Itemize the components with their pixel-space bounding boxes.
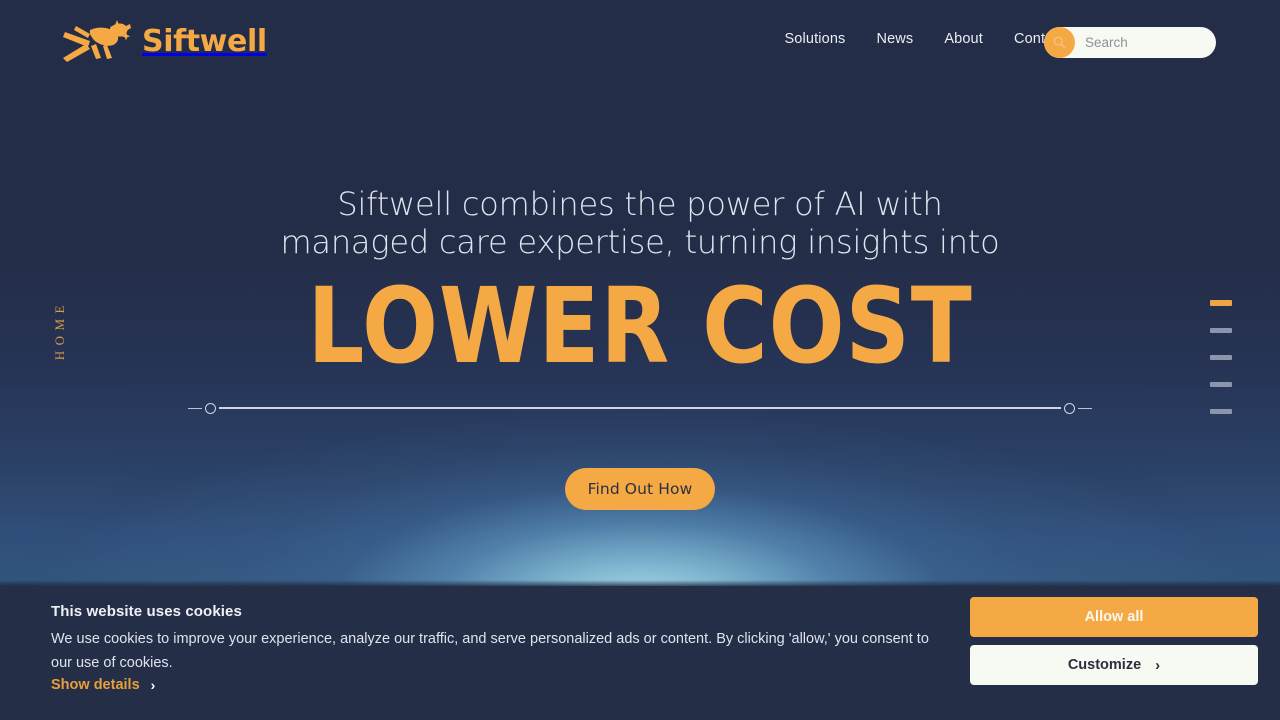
nav-item-about[interactable]: About — [944, 31, 983, 47]
slide-indicator-4[interactable] — [1210, 382, 1232, 387]
allow-all-button[interactable]: Allow all — [970, 597, 1258, 637]
cookie-banner-actions: Allow all Customize › — [970, 586, 1280, 720]
brand-logo-link[interactable]: Siftwell — [60, 18, 267, 64]
show-details-link[interactable]: Show details › — [51, 677, 155, 693]
slider-knob-right[interactable] — [1064, 402, 1075, 414]
page-root: Siftwell Solutions News About Contact HO… — [0, 0, 1280, 720]
search-box[interactable] — [1044, 27, 1216, 58]
pegasus-logo-icon — [63, 20, 131, 62]
hero-slider-track[interactable] — [188, 400, 1092, 416]
brand-name: Siftwell — [142, 23, 267, 59]
hero-content: Siftwell combines the power of AI with m… — [0, 0, 1280, 586]
chevron-right-icon: › — [1155, 656, 1161, 674]
hero-side-label: HOME — [52, 300, 67, 361]
slider-cap-left — [188, 407, 202, 409]
slider-line — [219, 407, 1061, 409]
customize-button[interactable]: Customize › — [970, 645, 1258, 685]
site-header: Siftwell Solutions News About Contact — [0, 0, 1280, 84]
customize-label: Customize — [1067, 657, 1142, 673]
slide-indicator-3[interactable] — [1210, 355, 1232, 360]
hero-headline: Siftwell combines the power of AI with m… — [0, 185, 1280, 261]
chevron-right-icon: › — [150, 677, 156, 693]
hero-headline-line-2: managed care expertise, turning insights… — [280, 223, 1000, 261]
slide-indicator-1[interactable] — [1210, 300, 1232, 306]
cookie-banner-body: We use cookies to improve your experienc… — [51, 631, 929, 671]
main-navigation: Solutions News About Contact — [784, 31, 1065, 47]
show-details-label: Show details — [51, 677, 140, 693]
cookie-consent-banner: This website uses cookies We use cookies… — [0, 586, 1280, 720]
hero-headline-line-1: Siftwell combines the power of AI with — [337, 185, 943, 223]
nav-item-solutions[interactable]: Solutions — [784, 31, 845, 47]
hero-emphasis-word: LOWER COST — [307, 265, 973, 387]
nav-item-news[interactable]: News — [876, 31, 913, 47]
search-input[interactable] — [1075, 35, 1205, 50]
slide-indicator-group — [1210, 300, 1232, 414]
search-icon[interactable] — [1044, 27, 1075, 58]
cookie-banner-title: This website uses cookies — [51, 603, 242, 620]
find-out-how-button[interactable]: Find Out How — [565, 468, 715, 510]
magnifier-glyph — [1053, 36, 1066, 49]
slide-indicator-5[interactable] — [1210, 409, 1232, 414]
slide-indicator-2[interactable] — [1210, 328, 1232, 333]
slider-cap-right — [1078, 407, 1092, 409]
slider-knob-left[interactable] — [205, 402, 216, 414]
